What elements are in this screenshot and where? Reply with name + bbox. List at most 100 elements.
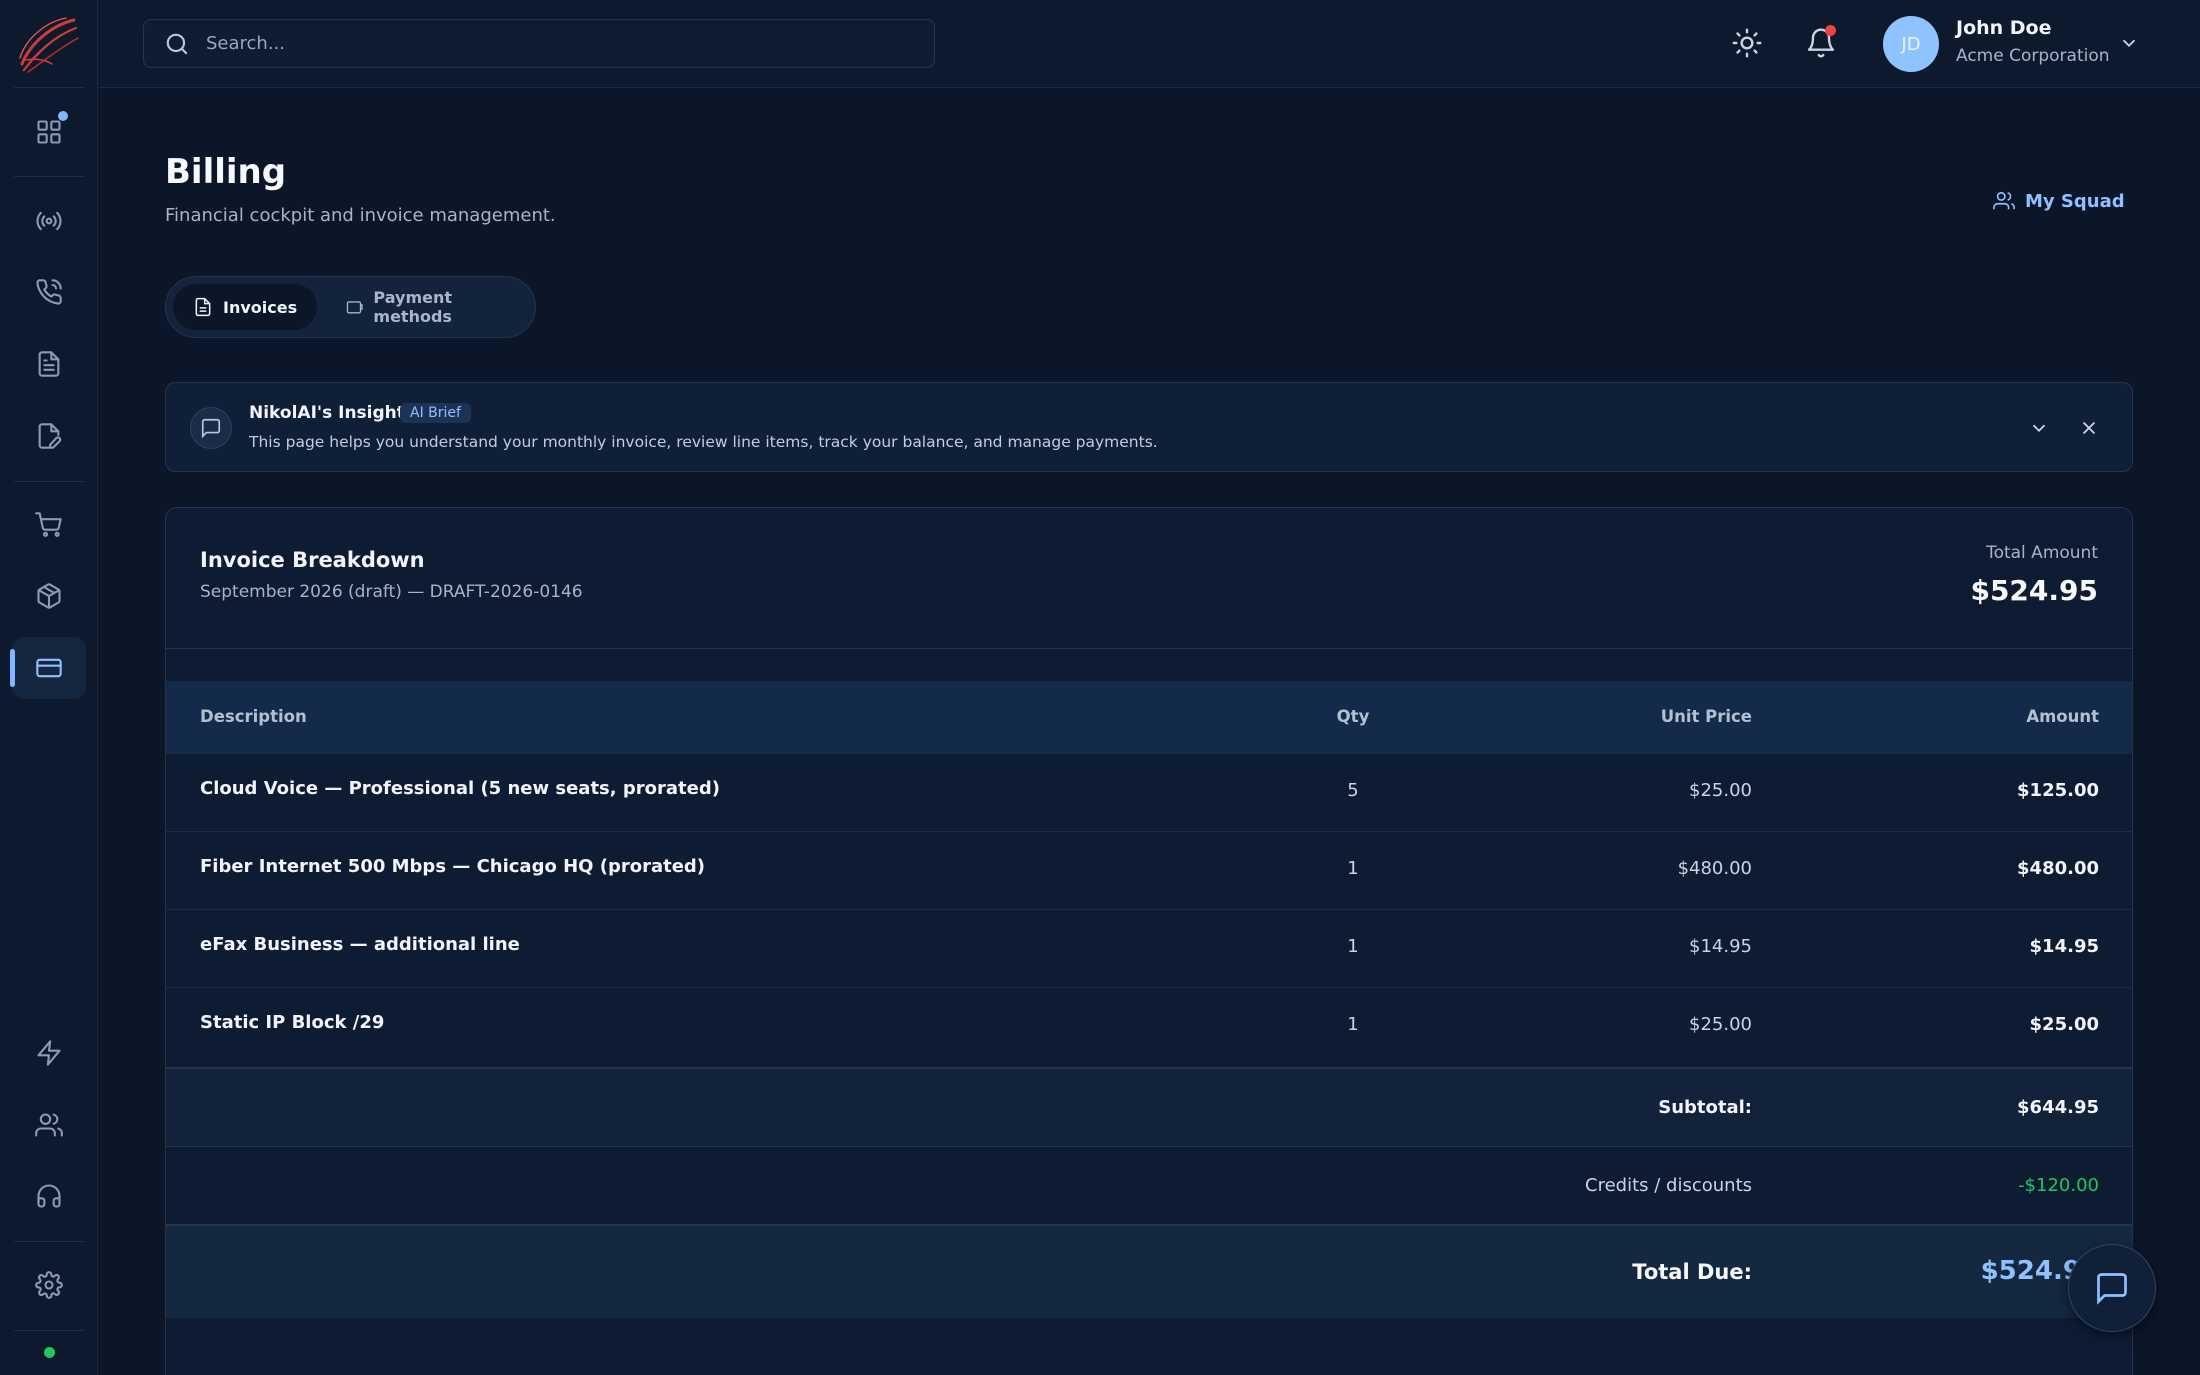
column-header-qty: Qty xyxy=(1336,707,1370,726)
ai-insight-banner: NikolAI's Insight AI Brief This page hel… xyxy=(165,382,2133,472)
table-row: Cloud Voice — Professional (5 new seats,… xyxy=(166,754,2132,832)
headphones-icon xyxy=(37,1184,61,1208)
theme-toggle-button[interactable] xyxy=(1731,27,1763,59)
invoice-breakdown-card: Invoice Breakdown September 2026 (draft)… xyxy=(165,507,2133,1375)
page-title: Billing xyxy=(165,152,287,192)
chevron-down-icon xyxy=(2032,424,2046,433)
sidebar-item-calls[interactable] xyxy=(12,261,86,323)
sidebar xyxy=(0,0,98,1375)
logo-swoosh-icon xyxy=(19,17,79,73)
sidebar-item-automation[interactable] xyxy=(12,1022,86,1084)
sidebar-item-support[interactable] xyxy=(12,1165,86,1227)
gear-icon xyxy=(35,1271,63,1299)
row-qty: 1 xyxy=(1347,858,1359,879)
tab-payment-methods[interactable]: Payment methods xyxy=(326,284,535,330)
my-squad-button[interactable]: My Squad xyxy=(1993,190,2125,212)
tab-invoices[interactable]: Invoices xyxy=(173,284,318,330)
ai-brief-badge: AI Brief xyxy=(400,403,471,423)
row-description: eFax Business — additional line xyxy=(200,934,520,955)
insight-expand-button[interactable] xyxy=(2028,417,2050,439)
row-amount: $25.00 xyxy=(2029,1014,2099,1035)
document-icon xyxy=(195,297,211,317)
credits-row: Credits / discounts -$120.00 xyxy=(166,1146,2132,1224)
online-status-dot xyxy=(44,1347,55,1358)
sidebar-divider xyxy=(14,1330,84,1331)
message-square-icon xyxy=(201,418,221,439)
table-row: Fiber Internet 500 Mbps — Chicago HQ (pr… xyxy=(166,832,2132,910)
page-subtitle: Financial cockpit and invoice management… xyxy=(165,205,556,226)
user-menu-toggle[interactable] xyxy=(2118,32,2140,54)
column-header-description: Description xyxy=(200,707,307,726)
wallet-icon xyxy=(346,301,363,314)
search-box[interactable] xyxy=(143,19,935,68)
total-due-row: Total Due: $524.95 xyxy=(166,1224,2132,1318)
close-icon xyxy=(2082,421,2096,435)
row-amount: $14.95 xyxy=(2029,936,2099,957)
topbar: JD John Doe Acme Corporation xyxy=(98,0,2200,88)
subtotal-value: $644.95 xyxy=(2017,1097,2099,1118)
notifications-button[interactable] xyxy=(1805,25,1837,59)
sidebar-item-broadcast[interactable] xyxy=(12,190,86,252)
sidebar-item-billing[interactable] xyxy=(10,637,86,699)
invoice-subtitle: September 2026 (draft) — DRAFT-2026-0146 xyxy=(200,582,583,602)
sidebar-item-edit[interactable] xyxy=(12,405,86,467)
edit-document-icon xyxy=(38,423,62,449)
column-header-amount: Amount xyxy=(2026,707,2099,726)
package-icon xyxy=(37,583,61,609)
row-description: Static IP Block /29 xyxy=(200,1012,385,1033)
document-icon xyxy=(38,351,60,377)
row-qty: 5 xyxy=(1347,780,1359,801)
user-name[interactable]: John Doe xyxy=(1956,17,2052,39)
row-qty: 1 xyxy=(1347,936,1359,957)
sidebar-divider xyxy=(14,176,84,177)
sun-icon xyxy=(1732,28,1762,58)
search-input[interactable] xyxy=(206,33,906,54)
lightning-icon xyxy=(37,1040,61,1066)
users-icon xyxy=(35,1113,63,1137)
row-amount: $125.00 xyxy=(2017,780,2099,801)
notification-badge xyxy=(1825,25,1836,36)
sidebar-divider xyxy=(14,481,84,482)
credits-label: Credits / discounts xyxy=(1585,1175,1752,1196)
sidebar-item-products[interactable] xyxy=(12,565,86,627)
sidebar-divider xyxy=(14,87,84,88)
row-amount: $480.00 xyxy=(2017,858,2099,879)
tab-label: Invoices xyxy=(223,297,298,317)
card-divider xyxy=(166,648,2132,649)
users-icon xyxy=(1993,191,2015,210)
total-amount-label: Total Amount xyxy=(1986,543,2098,563)
sidebar-item-settings[interactable] xyxy=(12,1254,86,1316)
user-org: Acme Corporation xyxy=(1956,46,2110,66)
sidebar-item-cart[interactable] xyxy=(12,494,86,556)
insight-title: NikolAI's Insight xyxy=(249,403,405,423)
sidebar-divider xyxy=(14,1241,84,1242)
insight-chat-icon-wrapper xyxy=(190,407,232,449)
broadcast-icon xyxy=(36,211,62,231)
search-icon xyxy=(166,33,188,55)
billing-tabs: Invoices Payment methods xyxy=(165,276,536,338)
insight-text: This page helps you understand your mont… xyxy=(249,433,1158,451)
phone-icon xyxy=(36,279,62,305)
cart-icon xyxy=(35,512,62,537)
total-amount-value: $524.95 xyxy=(1970,574,2098,607)
chevron-down-icon xyxy=(2122,39,2136,48)
insight-close-button[interactable] xyxy=(2078,417,2100,439)
new-activity-dot xyxy=(58,111,68,121)
subtotal-label: Subtotal: xyxy=(1658,1097,1752,1118)
avatar[interactable]: JD xyxy=(1883,16,1939,72)
column-header-unit-price: Unit Price xyxy=(1660,707,1752,726)
brand-logo[interactable] xyxy=(16,14,80,74)
message-square-icon xyxy=(2097,1273,2127,1305)
my-squad-label: My Squad xyxy=(2025,190,2125,212)
row-description: Cloud Voice — Professional (5 new seats,… xyxy=(200,778,720,799)
credits-value: -$120.00 xyxy=(2018,1175,2099,1196)
table-row: eFax Business — additional line 1 $14.95… xyxy=(166,910,2132,988)
row-unit-price: $14.95 xyxy=(1689,936,1752,957)
row-description: Fiber Internet 500 Mbps — Chicago HQ (pr… xyxy=(200,856,706,877)
row-qty: 1 xyxy=(1347,1014,1359,1035)
sidebar-item-documents[interactable] xyxy=(12,333,86,395)
chat-assistant-button[interactable] xyxy=(2068,1244,2156,1332)
sidebar-item-dashboard[interactable] xyxy=(12,101,86,163)
total-due-label: Total Due: xyxy=(1632,1260,1752,1284)
sidebar-item-team[interactable] xyxy=(12,1094,86,1156)
